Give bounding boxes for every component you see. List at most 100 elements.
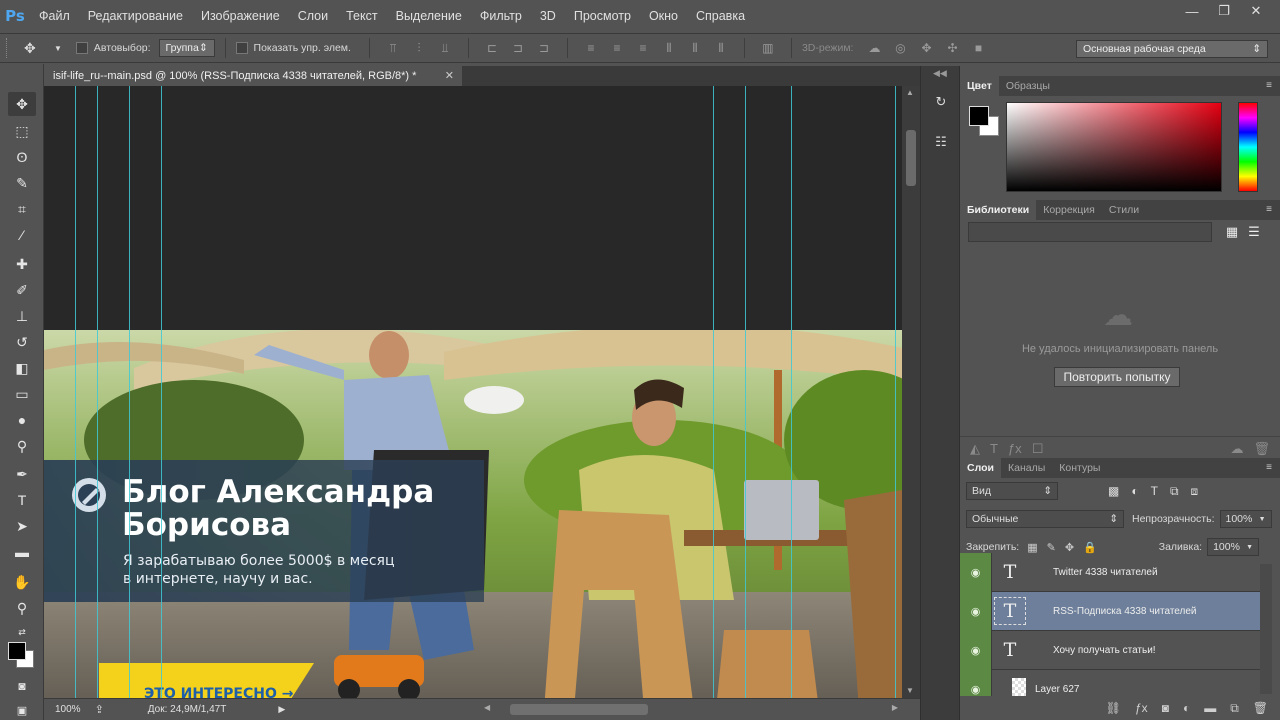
type-tool-icon[interactable]: T [8, 488, 36, 512]
distribute-top-icon[interactable]: ≡ [582, 40, 600, 56]
banner-artboard[interactable]: Блог Александра Борисова Я зарабатываю б… [44, 330, 902, 698]
roll-3d-icon[interactable]: ◎ [891, 40, 909, 56]
minimize-button[interactable]: — [1176, 0, 1208, 22]
lock-position-icon[interactable]: ✥ [1065, 541, 1074, 554]
move-tool-preset-icon[interactable]: ✥ [24, 37, 52, 59]
eyedropper-tool-icon[interactable]: ⁄ [8, 223, 36, 247]
tab-libraries[interactable]: Библиотеки [960, 200, 1037, 220]
distribute-vcenter-icon[interactable]: ≡ [608, 40, 626, 56]
guide-line[interactable] [75, 86, 76, 698]
scroll-right-icon[interactable]: ▶ [892, 703, 898, 712]
canvas-vertical-scrollbar[interactable]: ▲ ▼ [902, 86, 920, 698]
pen-tool-icon[interactable]: ✒ [8, 462, 36, 486]
history-panel-icon[interactable]: ↻ [931, 92, 951, 112]
move-tool-icon[interactable]: ✥ [8, 92, 36, 116]
align-hcenter-icon[interactable]: ⊐ [509, 40, 527, 56]
maximize-button[interactable]: ❐ [1208, 0, 1240, 22]
workspace-dropdown[interactable]: Основная рабочая среда ⇕ [1076, 40, 1268, 58]
layer-row-selected[interactable]: ◉ T RSS-Подписка 4338 читателей [960, 591, 1260, 631]
guide-line[interactable] [161, 86, 162, 698]
screen-mode-icon[interactable]: ▣ [8, 698, 36, 720]
distribute-right-icon[interactable]: ⦀ [712, 40, 730, 56]
camera-3d-icon[interactable]: ■ [969, 40, 987, 56]
swap-colors-icon[interactable]: ⇄ [8, 620, 36, 644]
align-vcenter-icon[interactable]: ⫶ [410, 40, 428, 56]
slide-3d-icon[interactable]: ✣ [943, 40, 961, 56]
menu-edit[interactable]: Редактирование [79, 0, 192, 32]
panel-menu-icon[interactable]: ≡ [1266, 80, 1272, 91]
grid-view-icon[interactable]: ▦ [1222, 222, 1242, 242]
zoom-level[interactable]: 100% [55, 704, 81, 715]
lock-transparent-icon[interactable]: ▦ [1027, 541, 1037, 554]
gradient-tool-icon[interactable]: ▭ [8, 382, 36, 406]
guide-line[interactable] [745, 86, 746, 698]
align-right-icon[interactable]: ⊐ [535, 40, 553, 56]
adjustment-layer-icon[interactable]: ◐ [1183, 701, 1190, 715]
collapse-icon[interactable]: ◀◀ [933, 68, 947, 79]
history-brush-tool-icon[interactable]: ↺ [8, 330, 36, 354]
blend-mode-dropdown[interactable]: Обычные ⇕ [966, 510, 1124, 528]
hue-slider[interactable] [1238, 102, 1258, 192]
link-layers-icon[interactable]: ⛓ [1106, 701, 1121, 715]
scroll-down-icon[interactable]: ▼ [906, 686, 914, 695]
menu-view[interactable]: Просмотр [565, 0, 640, 32]
new-group-icon[interactable]: ▬ [1204, 701, 1216, 715]
color-spectrum[interactable] [1006, 102, 1222, 192]
hand-tool-icon[interactable]: ✋ [8, 570, 36, 594]
distribute-left-icon[interactable]: ⦀ [660, 40, 678, 56]
filter-smart-icon[interactable]: ⧈ [1191, 484, 1199, 499]
tab-styles[interactable]: Стили [1102, 200, 1146, 220]
tab-channels[interactable]: Каналы [1001, 458, 1052, 478]
healing-brush-tool-icon[interactable]: ✚ [8, 252, 36, 276]
scroll-up-icon[interactable]: ▲ [906, 88, 914, 97]
menu-type[interactable]: Текст [337, 0, 386, 32]
brush-tool-icon[interactable]: ✐ [8, 278, 36, 302]
autoselect-dropdown[interactable]: Группа ⇕ [158, 39, 215, 57]
opacity-input[interactable]: 100% ▼ [1219, 510, 1272, 528]
guide-line[interactable] [713, 86, 714, 698]
menu-layers[interactable]: Слои [289, 0, 337, 32]
text-style-icon[interactable]: T [990, 441, 998, 456]
horizontal-scrollbar-thumb[interactable] [510, 704, 648, 715]
drag-3d-icon[interactable]: ✥ [917, 40, 935, 56]
cloud-sync-icon[interactable]: ☁ [1230, 441, 1243, 457]
fx-icon[interactable]: ƒx [1135, 701, 1148, 715]
document-tab[interactable]: isif-life_ru--main.psd @ 100% (RSS-Подпи… [44, 66, 462, 86]
dodge-tool-icon[interactable]: ⚲ [8, 434, 36, 458]
orbit-3d-icon[interactable]: ☁ [865, 40, 883, 56]
marquee-tool-icon[interactable]: ⬚ [8, 119, 36, 143]
close-icon[interactable]: ✕ [445, 69, 454, 82]
lock-pixels-icon[interactable]: ✎ [1047, 541, 1056, 554]
align-left-icon[interactable]: ⊏ [483, 40, 501, 56]
close-window-button[interactable]: ✕ [1240, 0, 1272, 22]
eraser-tool-icon[interactable]: ◧ [8, 356, 36, 380]
chevron-down-icon[interactable]: ▼ [54, 44, 62, 53]
autoselect-checkbox[interactable] [75, 42, 88, 54]
distribute-hcenter-icon[interactable]: ⦀ [686, 40, 704, 56]
menu-filter[interactable]: Фильтр [471, 0, 531, 32]
filter-adjustment-icon[interactable]: ◐ [1131, 484, 1138, 498]
tab-swatches[interactable]: Образцы [999, 76, 1057, 96]
show-transform-checkbox[interactable] [235, 42, 248, 54]
menu-file[interactable]: Файл [30, 0, 79, 32]
auto-align-icon[interactable]: ▥ [759, 40, 777, 56]
tab-adjustments[interactable]: Коррекция [1036, 200, 1102, 220]
quick-mask-icon[interactable]: ◙ [8, 674, 36, 698]
library-dropdown[interactable] [968, 222, 1212, 242]
color-theme-icon[interactable]: ◭ [970, 441, 980, 457]
graphic-icon[interactable]: ☐ [1032, 441, 1044, 457]
layer-row[interactable]: ◉ T Хочу получать статьи! [960, 630, 1260, 670]
menu-help[interactable]: Справка [687, 0, 754, 32]
path-select-tool-icon[interactable]: ➤ [8, 514, 36, 538]
guide-line[interactable] [895, 86, 896, 698]
properties-panel-icon[interactable]: ☷ [931, 132, 951, 152]
distribute-bottom-icon[interactable]: ≡ [634, 40, 652, 56]
new-layer-icon[interactable]: ⧉ [1230, 701, 1239, 716]
tab-layers[interactable]: Слои [960, 458, 1001, 478]
zoom-tool-icon[interactable]: ⚲ [8, 596, 36, 620]
align-bottom-icon[interactable]: ⫫ [436, 40, 454, 56]
align-top-icon[interactable]: ⫪ [384, 40, 402, 56]
status-menu-icon[interactable]: ▶ [278, 704, 285, 715]
layer-row[interactable]: ◉ T Twitter 4338 читателей [960, 552, 1260, 592]
menu-3d[interactable]: 3D [531, 0, 565, 32]
